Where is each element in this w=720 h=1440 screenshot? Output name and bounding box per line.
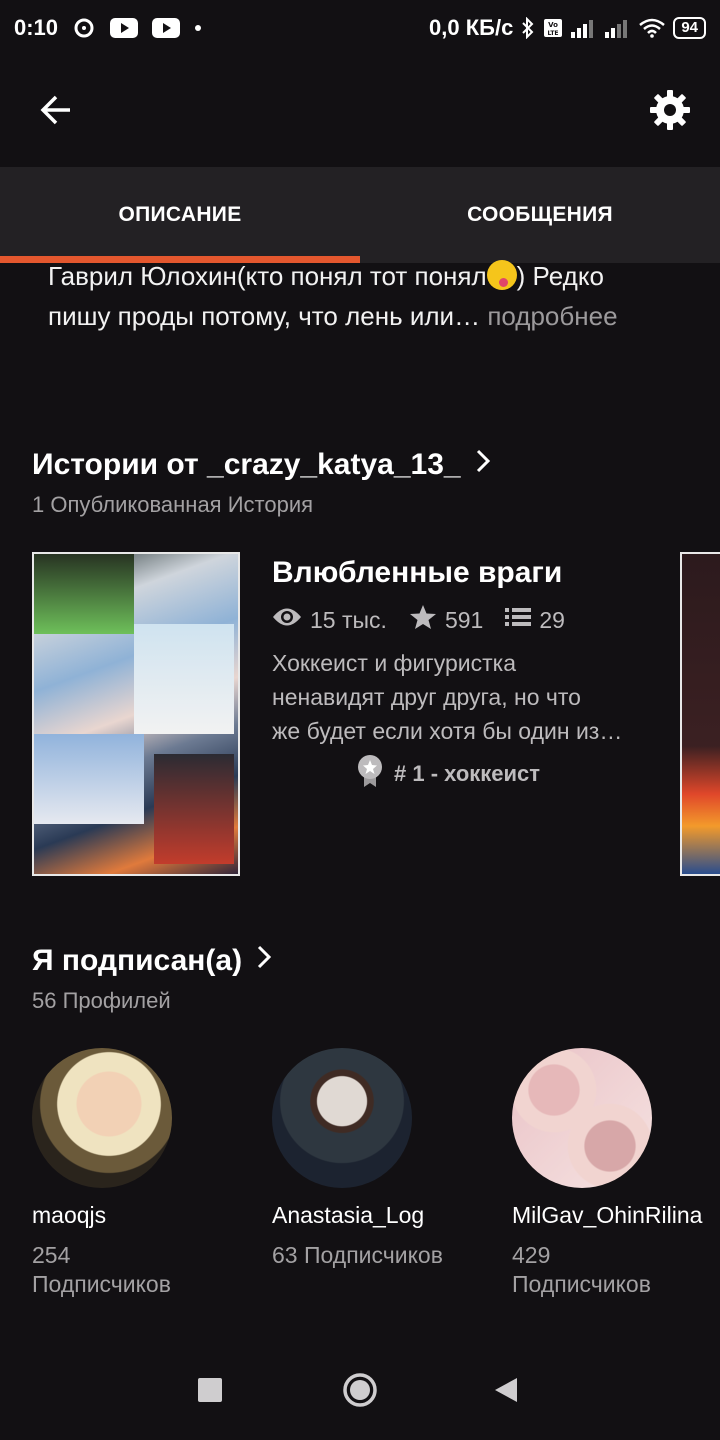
avatar[interactable] <box>272 1048 412 1188</box>
profile-followers: 254 Подписчиков <box>32 1241 252 1299</box>
app-bar <box>0 56 720 166</box>
status-time: 0:10 <box>14 15 59 40</box>
tongue-emoji-icon <box>486 260 517 290</box>
stories-count: 1 Опубликованная История <box>32 492 314 517</box>
following-section-header[interactable]: Я подписан(а) <box>32 944 272 978</box>
bluetooth-icon <box>521 17 535 39</box>
home-button[interactable] <box>332 1364 388 1420</box>
arrow-left-icon <box>38 92 74 133</box>
settings-button[interactable] <box>646 88 694 136</box>
profile-followers-count: 429 <box>512 1242 551 1268</box>
story-views: 15 тыс. <box>272 606 387 634</box>
description-text-2: пишу проды потому, что лень или… <box>48 301 481 331</box>
profile-card[interactable]: Anastasia_Log 63 Подписчиков <box>272 1048 492 1270</box>
system-nav-bar <box>0 1340 720 1440</box>
profile-username: Anastasia_Log <box>272 1202 425 1228</box>
back-button[interactable] <box>32 88 80 136</box>
volte-icon: Vo LTE <box>543 18 563 38</box>
following-section-title: Я подписан(а) <box>32 944 243 977</box>
description-text-1: Гаврил Юлохин(кто понял тот понял <box>48 261 487 291</box>
recents-button[interactable] <box>182 1364 238 1420</box>
svg-text:LTE: LTE <box>548 30 559 37</box>
profile-followers-label: Подписчиков <box>512 1271 651 1297</box>
svg-text:Vo: Vo <box>548 21 558 29</box>
profile-username: maoqjs <box>32 1202 107 1228</box>
profile-followers-count: 254 <box>32 1242 71 1268</box>
eye-icon <box>272 606 302 634</box>
profile-followers-label: Подписчиков <box>32 1271 171 1297</box>
story-votes: 591 <box>409 604 483 636</box>
signal-icon <box>571 18 597 38</box>
triangle-back-icon <box>494 1377 518 1408</box>
tab-bar: ОПИСАНИЕ СООБЩЕНИЯ <box>0 167 720 263</box>
star-icon <box>409 604 437 636</box>
story-description-line: же будет если хотя бы один из… <box>272 718 623 744</box>
story-cover-image[interactable] <box>32 552 240 876</box>
stories-section-title: Истории от _crazy_katya_13_ <box>32 448 461 481</box>
description-text-1-end: ) Редко <box>516 261 604 291</box>
cast-icon <box>72 17 96 39</box>
list-icon <box>505 606 532 634</box>
square-icon <box>198 1377 222 1407</box>
profile-card[interactable]: MilGav_OhinRilina 429 Подписчиков <box>512 1048 720 1299</box>
dot-icon <box>194 24 202 32</box>
profile-username: MilGav_OhinRilina <box>512 1202 703 1228</box>
youtube-icon-2 <box>152 18 181 38</box>
avatar[interactable] <box>512 1048 652 1188</box>
profile-card[interactable]: maoqjs 254 Подписчиков <box>32 1048 252 1299</box>
chevron-right-icon <box>256 944 272 978</box>
stories-section-header[interactable]: Истории от _crazy_katya_13_ <box>32 448 491 482</box>
profile-followers-count: 63 Подписчиков <box>272 1242 443 1268</box>
signal-icon-2 <box>605 18 631 38</box>
story-stats: 15 тыс. 591 29 <box>272 604 565 636</box>
wifi-icon <box>639 18 666 38</box>
network-speed: 0,0 КБ/с <box>429 15 514 40</box>
next-story-cover-image[interactable] <box>680 552 720 876</box>
back-nav-button[interactable] <box>478 1364 534 1420</box>
read-more-link[interactable]: подробнее <box>487 301 617 331</box>
battery-indicator: 94 <box>673 17 706 39</box>
chevron-right-icon <box>475 448 491 482</box>
story-views-count: 15 тыс. <box>310 606 387 633</box>
story-parts: 29 <box>505 606 565 634</box>
tab-messages[interactable]: СООБЩЕНИЯ <box>360 167 720 263</box>
story-rank-text: # 1 - хоккеист <box>394 761 541 786</box>
profile-followers: 63 Подписчиков <box>272 1241 492 1270</box>
story-rank-badge[interactable]: # 1 - хоккеист <box>356 754 540 794</box>
story-title[interactable]: Влюбленные враги <box>272 556 562 590</box>
story-votes-count: 591 <box>444 606 484 633</box>
circle-icon <box>342 1372 378 1413</box>
story-description: Хоккеист и фигуристка ненавидят друг дру… <box>272 646 648 748</box>
profile-followers: 429 Подписчиков <box>512 1241 720 1299</box>
status-bar: 0:10 0,0 КБ/с Vo LTE 94 <box>0 0 720 56</box>
tab-description[interactable]: ОПИСАНИЕ <box>0 167 360 263</box>
story-parts-count: 29 <box>539 606 565 633</box>
youtube-icon <box>110 18 139 38</box>
following-count: 56 Профилей <box>32 988 171 1013</box>
gear-icon <box>649 89 691 136</box>
medal-icon <box>356 754 384 794</box>
story-description-line: Хоккеист и фигуристка <box>272 650 516 676</box>
profile-description: Гаврил Юлохин(кто понял тот понял ) Редко… <box>48 256 688 336</box>
story-description-line: ненавидят друг друга, но что <box>272 684 581 710</box>
avatar[interactable] <box>32 1048 172 1188</box>
